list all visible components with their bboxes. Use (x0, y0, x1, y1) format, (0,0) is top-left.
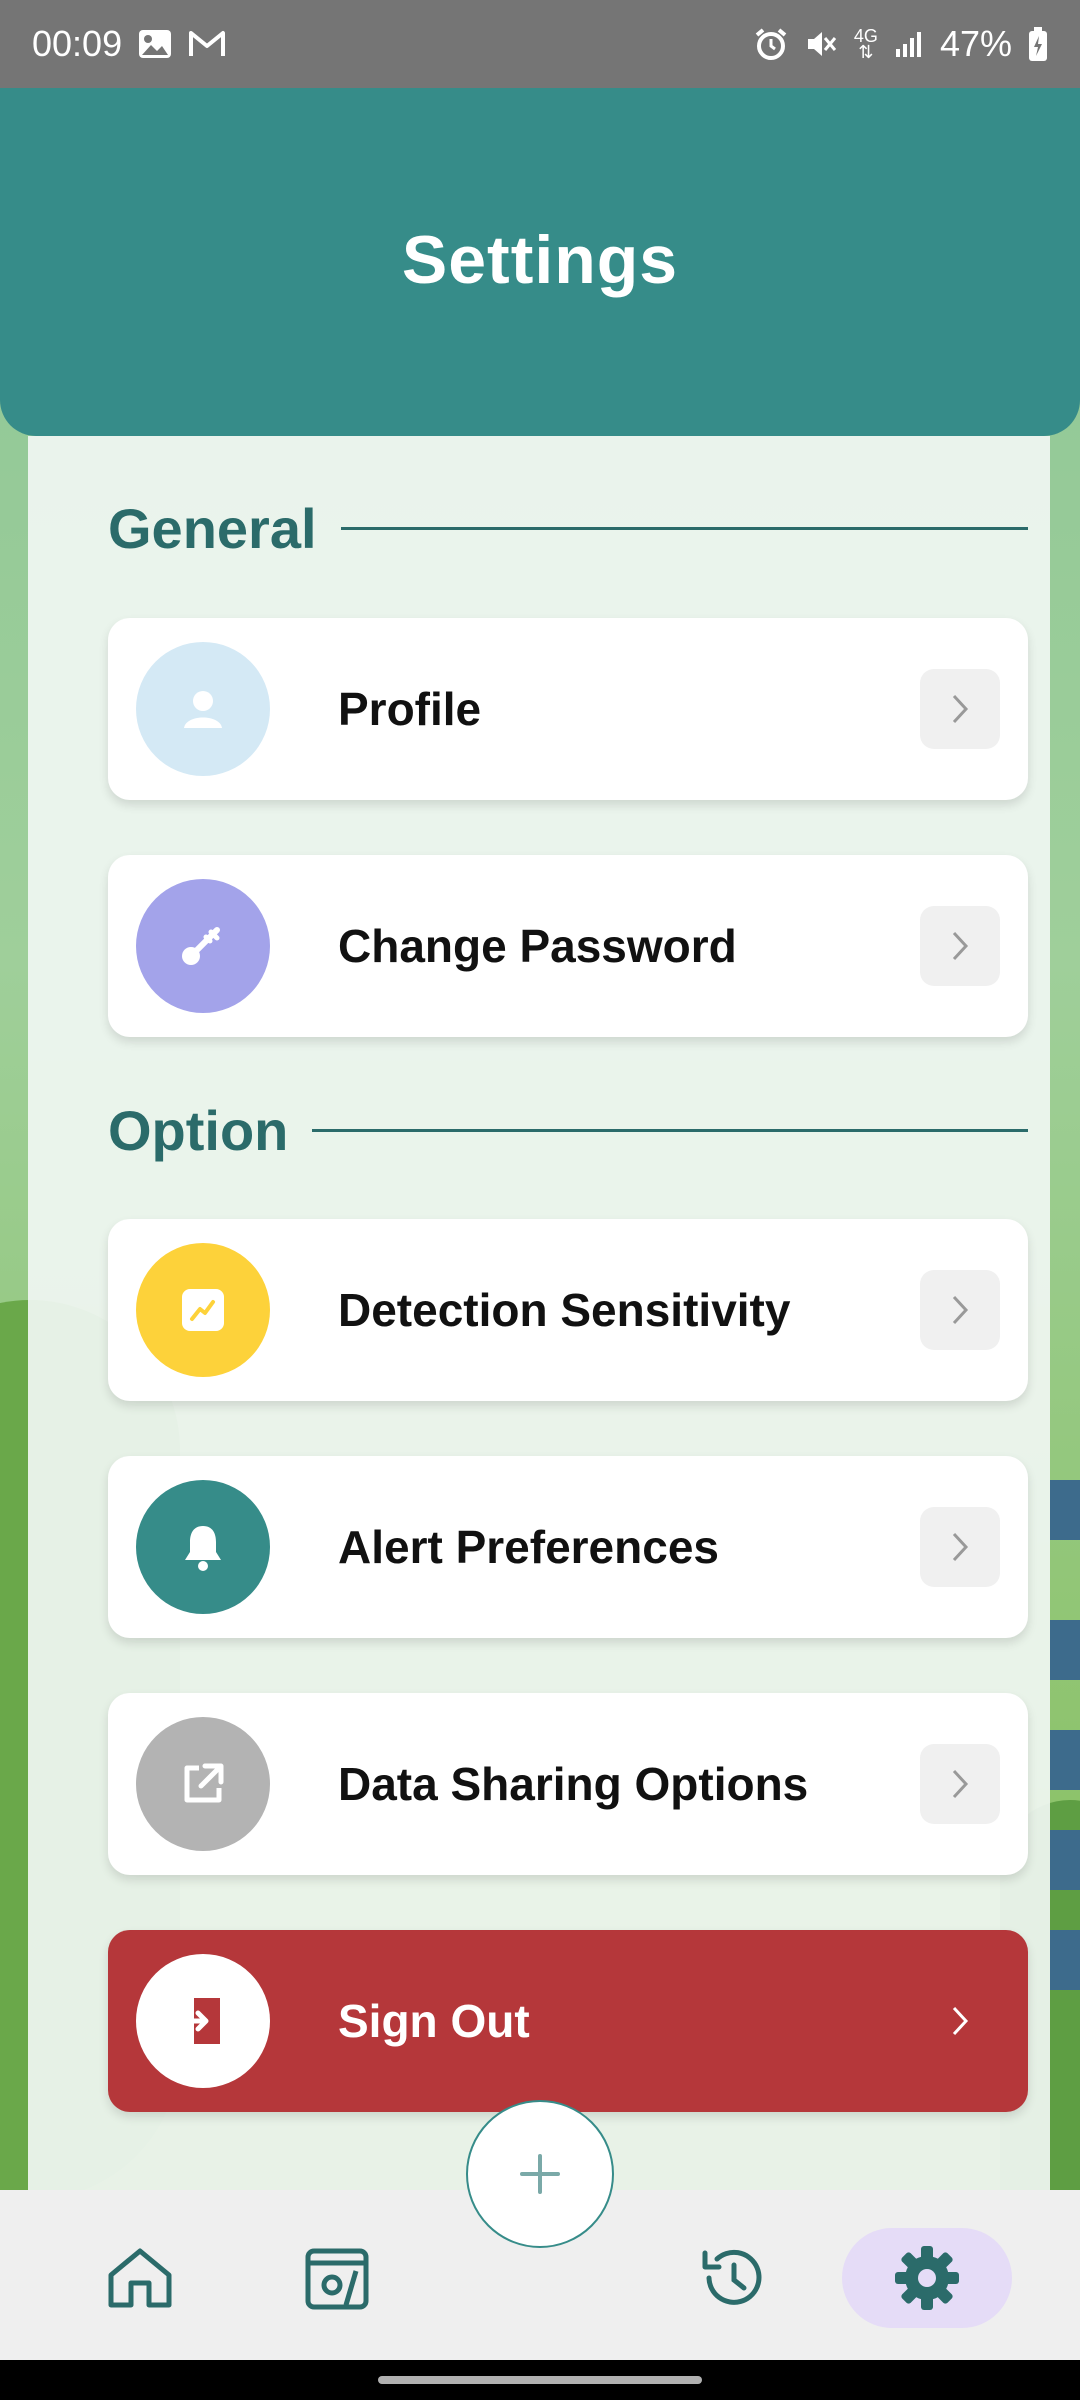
change-password-item[interactable]: Change Password (108, 855, 1028, 1037)
nav-home[interactable] (90, 2228, 190, 2328)
data-arrows-icon: ⇅ (858, 42, 874, 62)
mute-icon (804, 27, 838, 61)
plus-icon (520, 2154, 560, 2194)
status-time: 00:09 (32, 23, 123, 64)
alarm-icon (754, 27, 788, 61)
chevron-right-icon (920, 669, 1000, 749)
change-password-label: Change Password (338, 920, 737, 972)
nav-settings[interactable] (842, 2228, 1012, 2328)
alert-preferences-label: Alert Preferences (338, 1521, 719, 1573)
battery-percentage: 47% (939, 23, 1012, 64)
alert-preferences-item[interactable]: Alert Preferences (108, 1456, 1028, 1638)
settings-header: Settings (0, 88, 1080, 436)
trend-icon (136, 1243, 270, 1377)
section-header-general: General (108, 496, 1028, 561)
add-fab-button[interactable] (466, 2100, 614, 2248)
nav-history[interactable] (682, 2228, 782, 2328)
nav-gallery[interactable] (287, 2228, 387, 2328)
detection-sensitivity-label: Detection Sensitivity (338, 1284, 791, 1336)
chevron-right-icon (920, 1270, 1000, 1350)
background-solar-panel (1050, 1480, 1080, 1540)
home-icon (108, 2248, 172, 2308)
profile-item[interactable]: Profile (108, 618, 1028, 800)
person-icon (136, 642, 270, 776)
signal-icon (894, 29, 924, 59)
chevron-right-icon (920, 1507, 1000, 1587)
chevron-right-icon (920, 1744, 1000, 1824)
battery-charging-icon (1028, 26, 1048, 62)
page-title: Settings (401, 222, 679, 298)
image-notification-icon (138, 29, 172, 59)
detection-sensitivity-item[interactable]: Detection Sensitivity (108, 1219, 1028, 1401)
key-icon (136, 879, 270, 1013)
sign-out-button[interactable]: Sign Out (108, 1930, 1028, 2112)
sign-out-icon (136, 1954, 270, 2088)
chevron-right-icon (920, 906, 1000, 986)
section-divider (312, 1129, 1028, 1132)
network-type-icon: 4G ⇅ (854, 27, 878, 62)
background-solar-panel (1050, 1930, 1080, 1990)
status-bar: 00:09 4G ⇅ 47% (0, 0, 1080, 88)
section-header-option: Option (108, 1098, 1028, 1163)
share-icon (136, 1717, 270, 1851)
background-solar-panel (1050, 1620, 1080, 1680)
gesture-navigation-bar (0, 2360, 1080, 2400)
section-divider (340, 527, 1028, 530)
section-title-option: Option (108, 1099, 289, 1162)
profile-label: Profile (338, 683, 482, 735)
data-sharing-options-item[interactable]: Data Sharing Options (108, 1693, 1028, 1875)
sign-out-label: Sign Out (338, 1995, 530, 2047)
gallery-icon (305, 2248, 369, 2310)
background-solar-panel (1050, 1830, 1080, 1890)
settings-icon (895, 2246, 959, 2310)
data-sharing-options-label: Data Sharing Options (338, 1758, 809, 1810)
background-solar-panel (1050, 1730, 1080, 1790)
settings-content: General Profile Change Password Option D… (28, 436, 1050, 2190)
chevron-right-icon (920, 1981, 1000, 2061)
history-icon (702, 2249, 762, 2305)
gmail-notification-icon (188, 29, 226, 59)
section-title-general: General (108, 497, 317, 560)
bell-icon (136, 1480, 270, 1614)
gesture-handle[interactable] (378, 2376, 702, 2384)
